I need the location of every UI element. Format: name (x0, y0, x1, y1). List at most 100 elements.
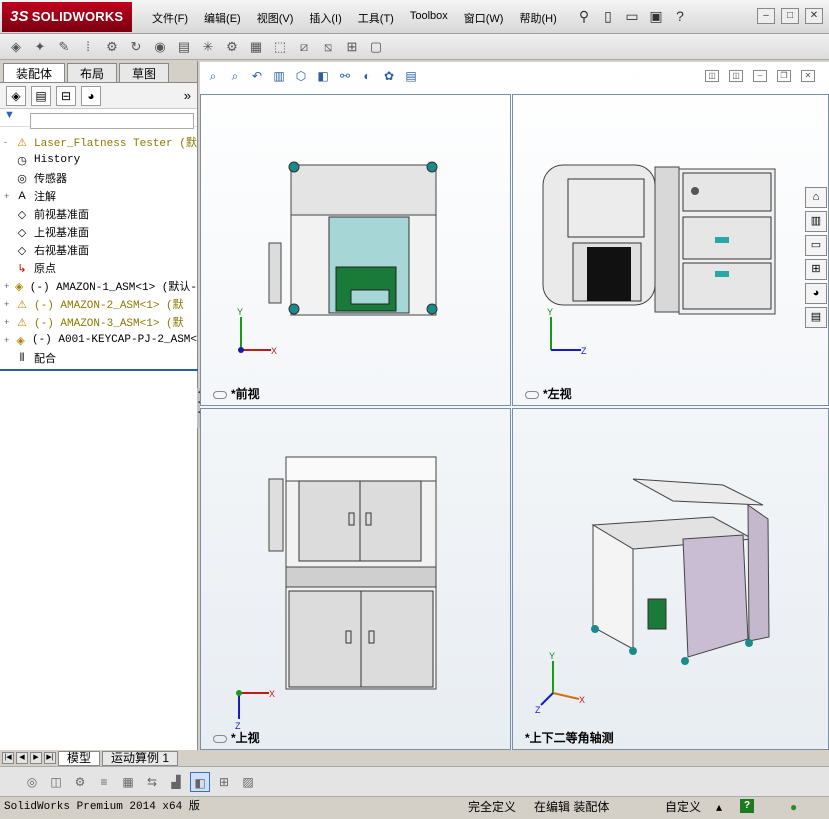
clearance-verification-icon[interactable]: ⊞ (342, 37, 362, 57)
grid-view-icon[interactable]: ⊞ (214, 772, 234, 792)
filter-input[interactable] (30, 113, 194, 129)
bill-of-materials-icon[interactable]: ▦ (246, 37, 266, 57)
tile-right-icon[interactable]: ◫ (729, 70, 743, 82)
tree-node-root[interactable]: - ⚠ Laser_Flatness Tester (默 (4, 133, 197, 151)
display-style-icon[interactable]: ◧ (314, 67, 332, 85)
menu-view[interactable]: 视图(V) (250, 9, 301, 27)
list-icon[interactable]: ≡ (94, 772, 114, 792)
units-dropdown-icon[interactable]: ▴ (716, 799, 722, 816)
smart-fasteners-icon[interactable]: ⚙ (102, 37, 122, 57)
tree-node-top-plane[interactable]: ◇ 上视基准面 (4, 223, 197, 241)
feature-manager-icon[interactable]: ◈ (6, 85, 26, 106)
viewport-left[interactable]: Y Z *左视 (512, 94, 829, 406)
settings-icon[interactable]: ⚙ (70, 772, 90, 792)
open-folder-icon[interactable]: ▭ (622, 6, 642, 26)
help-question-icon[interactable]: ? (670, 6, 690, 26)
menu-toolbox[interactable]: Toolbox (403, 9, 455, 27)
tab-motion-study[interactable]: 运动算例 1 (102, 750, 179, 766)
tree-node-amazon-2[interactable]: + ⚠ (-) AMAZON-2_ASM<1> (默 (4, 295, 197, 313)
zoom-to-fit-icon[interactable]: ⌕ (204, 67, 222, 85)
edit-appearance-icon[interactable]: ◐ (358, 67, 376, 85)
viewport-close-icon[interactable]: ✕ (801, 70, 815, 82)
viewport-isometric[interactable]: Y X Z *上下二等角轴测 (512, 408, 829, 750)
pin-icon[interactable]: ⚲ (574, 6, 594, 26)
viewport-restore-icon[interactable]: ❐ (777, 70, 791, 82)
save-icon[interactable]: ▣ (646, 6, 666, 26)
close-icon[interactable]: ✕ (805, 8, 823, 24)
filter-icon[interactable]: ▼ (4, 109, 15, 121)
minimize-icon[interactable]: – (757, 8, 775, 24)
view-palette-icon[interactable]: ⊞ (805, 259, 827, 280)
mate-icon[interactable]: ✎ (54, 37, 74, 57)
design-library-icon[interactable]: ▥ (805, 211, 827, 232)
assembly-features-icon[interactable]: ▤ (174, 37, 194, 57)
menu-insert[interactable]: 插入(I) (302, 9, 348, 27)
status-units[interactable]: 自定义 (665, 799, 701, 816)
previous-view-icon[interactable]: ↶ (248, 67, 266, 85)
expand-panel-icon[interactable]: » (184, 88, 191, 103)
graphics-area[interactable]: ⌕ ⌕ ↶ ▥ ⬡ ◧ ⚯ ◐ ✿ ▤ ◫ ◫ – ❐ ✕ Y X *前视 Y … (200, 62, 829, 750)
exploded-view-icon[interactable]: ⬚ (270, 37, 290, 57)
table-icon[interactable]: ▦ (118, 772, 138, 792)
viewport-minimize-icon[interactable]: – (753, 70, 767, 82)
menu-edit[interactable]: 编辑(E) (197, 9, 248, 27)
custom-properties-icon[interactable]: ▤ (805, 307, 827, 328)
chart-icon[interactable]: ▟ (166, 772, 186, 792)
stop-icon[interactable]: ◫ (46, 772, 66, 792)
apply-scene-icon[interactable]: ✿ (380, 67, 398, 85)
show-hidden-icon[interactable]: ◉ (150, 37, 170, 57)
component-pattern-icon[interactable]: ⁞ (78, 37, 98, 57)
menu-file[interactable]: 文件(F) (145, 9, 195, 27)
tree-node-front-plane[interactable]: ◇ 前视基准面 (4, 205, 197, 223)
restore-icon[interactable]: □ (781, 8, 799, 24)
solidworks-logo[interactable]: 3S SOLIDWORKS (2, 2, 132, 32)
tree-node-annotations[interactable]: + A 注解 (4, 187, 197, 205)
tab-layout[interactable]: 布局 (67, 63, 118, 82)
home-icon[interactable]: ⌂ (805, 187, 827, 208)
menu-tools[interactable]: 工具(T) (351, 9, 401, 27)
next-tab-icon[interactable]: ▶ (30, 752, 42, 764)
tile-left-icon[interactable]: ◫ (705, 70, 719, 82)
configuration-manager-icon[interactable]: ⊟ (56, 85, 76, 106)
display-manager-icon[interactable]: ◕ (81, 85, 101, 106)
tree-node-right-plane[interactable]: ◇ 右视基准面 (4, 241, 197, 259)
hide-show-items-icon[interactable]: ⚯ (336, 67, 354, 85)
property-manager-icon[interactable]: ▤ (31, 85, 51, 106)
tab-model[interactable]: 模型 (58, 750, 101, 766)
tree-node-amazon-3[interactable]: + ⚠ (-) AMAZON-3_ASM<1> (默 (4, 313, 197, 331)
cube-view-icon[interactable]: ◧ (190, 771, 210, 792)
appearances-icon[interactable]: ◕ (805, 283, 827, 304)
view-orientation-icon[interactable]: ⬡ (292, 67, 310, 85)
quick-tips-help-icon[interactable]: ? (740, 799, 754, 813)
tree-node-history[interactable]: ◷ History (4, 151, 197, 169)
new-document-icon[interactable]: ▯ (598, 6, 618, 26)
tree-node-keycap[interactable]: + ◈ (-) A001-KEYCAP-PJ-2_ASM< (4, 331, 197, 349)
zoom-to-area-icon[interactable]: ⌕ (226, 67, 244, 85)
new-motion-study-icon[interactable]: ⚙ (222, 37, 242, 57)
insert-component-icon[interactable]: ✦ (30, 37, 50, 57)
viewport-front[interactable]: Y X *前视 (200, 94, 511, 406)
menu-window[interactable]: 窗口(W) (457, 9, 511, 27)
last-tab-icon[interactable]: ▶| (44, 752, 56, 764)
explode-line-sketch-icon[interactable]: ⧄ (294, 37, 314, 57)
first-tab-icon[interactable]: |◀ (2, 752, 14, 764)
section-view-icon[interactable]: ▥ (270, 67, 288, 85)
tree-node-amazon-1[interactable]: + ◈ (-) AMAZON-1_ASM<1> (默认- (4, 277, 197, 295)
file-explorer-icon[interactable]: ▭ (805, 235, 827, 256)
prev-tab-icon[interactable]: ◀ (16, 752, 28, 764)
viewport-top[interactable]: X Z *上视 (200, 408, 511, 750)
view-settings-icon[interactable]: ▤ (402, 67, 420, 85)
calculate-icon[interactable]: ◎ (22, 772, 42, 792)
interference-detection-icon[interactable]: ⧅ (318, 37, 338, 57)
results-icon[interactable]: ▨ (238, 772, 258, 792)
tab-sketch[interactable]: 草图 (119, 63, 170, 82)
export-icon[interactable]: ⇆ (142, 772, 162, 792)
tree-node-mates[interactable]: ⫴ 配合 (4, 349, 197, 367)
menu-help[interactable]: 帮助(H) (512, 9, 563, 27)
assembly-tool-icon[interactable]: ◈ (6, 37, 26, 57)
reference-geometry-icon[interactable]: ✳ (198, 37, 218, 57)
tab-assembly[interactable]: 装配体 (3, 63, 66, 82)
tree-node-origin[interactable]: ↳ 原点 (4, 259, 197, 277)
move-component-icon[interactable]: ↻ (126, 37, 146, 57)
tree-node-sensors[interactable]: ◎ 传感器 (4, 169, 197, 187)
